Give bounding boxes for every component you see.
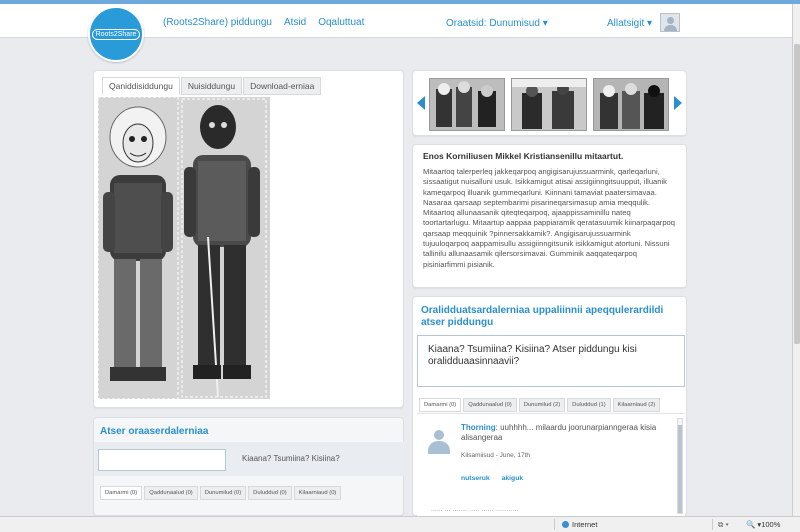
browser-status-bar: Internet ⧉ ▾ 🔍 ▾100% [0,516,800,532]
commenter-avatar[interactable] [425,428,453,454]
left-comments-card: Atser oraaserdalerniaa Kiaana? Tsumiina?… [93,417,405,516]
comment-author-link[interactable]: Thorning [461,423,496,432]
thumb-3-illustration [594,79,668,130]
logo-text: Roots2Share [91,28,141,40]
image-tabs: Qaniddisiddungu Nuisiddungu Download-ern… [102,77,322,95]
gallery-prev-arrow-icon[interactable] [417,96,425,110]
comment-question-input[interactable]: Kiaana? Tsumiina? Kisiina? Atser piddung… [417,335,685,387]
photo-illustration [98,97,270,399]
comment-list: Thorning: uuhhhh... milaardu joorunarpia… [417,413,685,517]
avatar-body-shape [664,25,677,31]
zoom-icon: 🔍 ▾ [746,520,762,529]
left-comments-title: Atser oraaserdalerniaa [100,426,209,437]
nav-oqaluttuat-link[interactable]: Oqaluttuat [318,17,364,28]
nav-atsid-link[interactable]: Atsid [284,17,306,28]
tab-damarmi[interactable]: Damarmi (0) [419,398,462,412]
tab-dunumilud[interactable]: Dunumilud (2) [518,398,566,412]
tab-qaddunaalud[interactable]: Qaddunaalud (0) [463,398,517,412]
status-zone: Internet [562,520,597,529]
thumb-2-illustration [512,79,586,130]
gallery-thumb-2[interactable] [511,78,587,131]
gallery-thumb-3[interactable] [593,78,669,131]
comment-text: Thorning: uuhhhh... milaardu joorunarpia… [461,423,677,443]
user-avatar[interactable] [660,13,680,32]
comment-meta: Kilsamiisud - June, 17th [461,452,531,459]
story-body: Mitaartoq talerperleq jakkeqarpoq angigi… [423,167,676,269]
main-photo[interactable] [98,97,270,399]
left-tab-dunumilud[interactable]: Dunumilud (0) [199,486,247,500]
next-comment-preview: ...... ... ........ ..... ...... .......… [431,506,519,513]
image-card: Qaniddisiddungu Nuisiddungu Download-ern… [93,70,404,408]
left-tab-duluddud[interactable]: Duluddud (0) [248,486,292,500]
settings-dropdown[interactable]: Allatsigit ▾ [607,18,652,29]
status-separator [712,519,713,530]
zoom-level: 100% [761,520,781,529]
comments-title: Oralidduatsardalerniaa uppaliinnii apeqq… [421,305,664,328]
left-comment-filter-tabs: Damarmi (0) Qaddunaalud (0) Dunumilud (0… [100,486,343,500]
main-nav: (Roots2Share) piddungu Atsid Oqaluttuat [163,17,376,28]
protected-mode-icon[interactable]: ⧉ ▾ [718,520,729,530]
avatar-head-shape [667,17,674,24]
left-comment-prompt: Kiaana? Tsumiina? Kisiina? [242,454,340,463]
tab-duluddud[interactable]: Duluddud (1) [567,398,611,412]
status-zone-label: Internet [572,520,598,529]
gallery-thumb-1[interactable] [429,78,505,131]
tab-qaniddisiddungu[interactable]: Qaniddisiddungu [102,77,180,95]
tab-nuisiddungu[interactable]: Nuisiddungu [180,77,243,95]
story-card: Enos Korniliusen Mikkel Kristiansenillu … [412,144,687,288]
left-tab-damarmi[interactable]: Damarmi (0) [100,486,143,500]
comment-actions: nutseruk akiguk [461,475,533,482]
site-logo[interactable]: Roots2Share [88,6,144,62]
commenter-avatar-body [428,441,450,454]
comment-reply-link[interactable]: nutseruk [461,475,490,482]
nav-home-link[interactable]: (Roots2Share) piddungu [163,17,272,28]
comment-scroll-thumb[interactable] [678,425,682,513]
zoom-control[interactable]: 🔍 ▾100% [746,520,780,529]
comment-answer-link[interactable]: akiguk [502,475,524,482]
page-scrollbar[interactable] [792,4,800,516]
comment-list-scrollbar[interactable] [677,418,683,514]
story-title: Enos Korniliusen Mikkel Kristiansenillu … [423,151,624,161]
status-separator [554,519,555,530]
commenter-avatar-head [434,430,444,440]
photo-gallery [412,70,687,136]
tab-kilaarniaud[interactable]: Kilaarniaud (2) [612,398,661,412]
scrollbar-thumb[interactable] [794,44,800,344]
gallery-next-arrow-icon[interactable] [674,96,682,110]
left-comment-input[interactable] [98,449,226,471]
thumb-1-illustration [430,79,504,130]
left-tab-kilaarniaud[interactable]: Kilaarniaud (0) [293,486,342,500]
comment-filter-tabs: Damarmi (0) Qaddunaalud (0) Dunumilud (2… [419,398,662,412]
globe-icon [562,521,569,528]
left-tab-qaddunaalud[interactable]: Qaddunaalud (0) [144,486,198,500]
language-dropdown[interactable]: Oraatsid: Dunumisud ▾ [446,18,548,29]
tab-download[interactable]: Download-erniaa [243,77,322,95]
comments-card: Oralidduatsardalerniaa uppaliinnii apeqq… [412,296,687,517]
